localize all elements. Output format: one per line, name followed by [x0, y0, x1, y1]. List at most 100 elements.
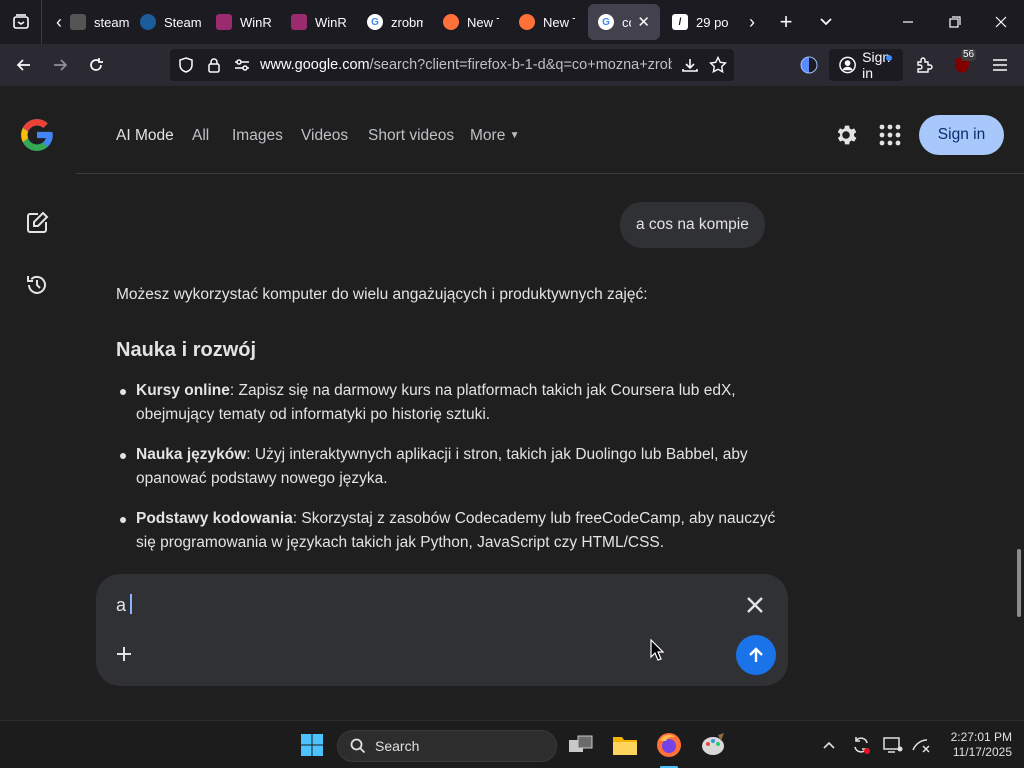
app-menu-button[interactable] — [985, 51, 1015, 79]
tab-6[interactable]: New T — [519, 4, 575, 40]
close-icon — [995, 16, 1007, 28]
page-scrollbar-thumb[interactable] — [1017, 549, 1021, 617]
page-icon — [70, 14, 86, 30]
history-button[interactable] — [22, 270, 52, 300]
clear-input-icon[interactable] — [744, 594, 766, 616]
text-caret — [130, 594, 133, 614]
network-muted-icon — [912, 739, 930, 753]
google-apps-grid-icon[interactable] — [879, 124, 901, 146]
tab-videos[interactable]: Videos — [301, 127, 348, 145]
plus-icon: + — [779, 9, 793, 34]
tab-4[interactable]: G zrobm — [367, 4, 423, 40]
firefox-icon — [443, 14, 459, 30]
url-path: /search?client=firefox-b-1-d&q=co+mozna+… — [369, 57, 672, 73]
bookmark-star-icon[interactable] — [708, 55, 728, 75]
submit-button[interactable] — [736, 635, 776, 675]
steam-icon — [140, 14, 156, 30]
extensions-button[interactable] — [909, 51, 939, 79]
maximize-button[interactable] — [940, 8, 970, 36]
more-label: More — [470, 127, 506, 144]
answer-intro: Możesz wykorzystać komputer do wielu ang… — [116, 286, 648, 303]
extension-badge: 56 — [961, 49, 977, 61]
sign-in-label: Sign in — [862, 49, 891, 81]
tab-8[interactable]: / 29 po — [672, 4, 730, 40]
google-logo[interactable] — [18, 116, 56, 154]
lock-icon[interactable] — [204, 55, 224, 75]
tab-short-videos[interactable]: Short videos — [368, 127, 454, 145]
file-explorer-button[interactable] — [610, 730, 640, 760]
tab-more[interactable]: More ▼ — [470, 127, 520, 145]
close-window-button[interactable] — [986, 8, 1016, 36]
tracking-protection-icon[interactable] — [176, 55, 196, 75]
minimize-icon — [903, 21, 913, 23]
taskbar-search-box[interactable]: Search — [337, 730, 557, 762]
puzzle-icon — [917, 57, 933, 73]
notification-dot — [886, 55, 892, 61]
google-icon: G — [367, 14, 383, 30]
tabs-scroll-right-button[interactable]: › — [741, 10, 763, 34]
tab-title: co — [622, 14, 631, 30]
network-volume-tray-icon[interactable] — [910, 733, 932, 757]
chevron-up-icon — [823, 741, 835, 749]
task-view-icon — [569, 735, 593, 752]
sign-in-button[interactable]: Sign in — [919, 115, 1004, 155]
tab-3[interactable]: WinRA — [291, 4, 347, 40]
palette-icon — [702, 733, 724, 755]
tab-7-active[interactable]: G co ✕ — [588, 4, 660, 40]
show-hidden-icons-button[interactable] — [818, 733, 840, 757]
list-item: Podstawy kodowania: Skorzystaj z zasobów… — [116, 507, 776, 555]
tab-title: New T — [467, 14, 499, 30]
tab-0[interactable]: steam — [70, 4, 130, 40]
ask-input[interactable]: a — [116, 594, 133, 616]
ask-input-value: a — [116, 595, 127, 615]
tab-list-icon — [12, 14, 29, 29]
account-sign-in-button[interactable]: Sign in — [829, 49, 903, 81]
tab-ai-mode[interactable]: AI Mode — [116, 127, 174, 145]
google-icon: G — [598, 14, 614, 30]
winrar-icon — [291, 14, 307, 30]
tab-all[interactable]: All — [192, 127, 209, 145]
tab-title: zrobm — [391, 14, 423, 30]
close-tab-icon[interactable]: ✕ — [637, 13, 650, 31]
display-tray-icon[interactable] — [882, 733, 904, 757]
hamburger-menu-icon — [993, 59, 1007, 71]
settings-gear-icon[interactable] — [833, 122, 859, 148]
windows-logo-icon — [301, 734, 323, 756]
list-item: Kursy online: Zapisz się na darmowy kurs… — [116, 379, 776, 427]
tab-list-dropdown-button[interactable] — [811, 8, 841, 36]
extension-button[interactable] — [794, 51, 824, 79]
add-attachment-plus-icon[interactable] — [112, 642, 136, 666]
tab-5[interactable]: New T — [443, 4, 499, 40]
tab-1[interactable]: Steam — [140, 4, 202, 40]
system-clock[interactable]: 2:27:01 PM 11/17/2025 — [938, 730, 1012, 760]
forward-button[interactable] — [45, 51, 75, 79]
new-chat-button[interactable] — [22, 208, 52, 238]
tab-title: WinRA — [240, 14, 272, 30]
start-button[interactable] — [297, 730, 327, 760]
firefox-taskbar-button[interactable] — [654, 730, 684, 760]
ublock-extension-button[interactable]: 56 — [947, 49, 977, 79]
back-button[interactable] — [9, 51, 39, 79]
tab-strip: ‹ steam Steam WinRA WinRA G zrobm New T … — [0, 0, 1024, 44]
tabs-scroll-left-button[interactable]: ‹ — [48, 10, 70, 34]
task-view-button[interactable] — [566, 730, 596, 760]
item-term: Nauka języków — [136, 446, 247, 463]
navigation-toolbar: www.google.com/search?client=firefox-b-1… — [0, 44, 1024, 86]
tab-images[interactable]: Images — [232, 127, 283, 145]
chevron-left-icon: ‹ — [56, 11, 62, 32]
new-tab-button[interactable]: + — [771, 8, 801, 36]
paint-app-button[interactable] — [698, 730, 728, 760]
tab-2[interactable]: WinRA — [216, 4, 272, 40]
ask-composer: a — [96, 574, 788, 686]
reload-button[interactable] — [81, 51, 111, 79]
sync-tray-icon[interactable] — [850, 733, 872, 757]
caret-down-icon: ▼ — [509, 130, 520, 141]
url-bar[interactable]: www.google.com/search?client=firefox-b-1… — [170, 49, 734, 81]
url-host: www.google.com — [260, 57, 370, 73]
list-all-tabs-button[interactable] — [0, 0, 42, 44]
minimize-button[interactable] — [893, 8, 923, 36]
tab-title: steam — [94, 14, 130, 30]
save-to-pocket-icon[interactable] — [680, 55, 700, 75]
tab-title: New T — [543, 14, 575, 30]
permissions-icon[interactable] — [232, 55, 252, 75]
